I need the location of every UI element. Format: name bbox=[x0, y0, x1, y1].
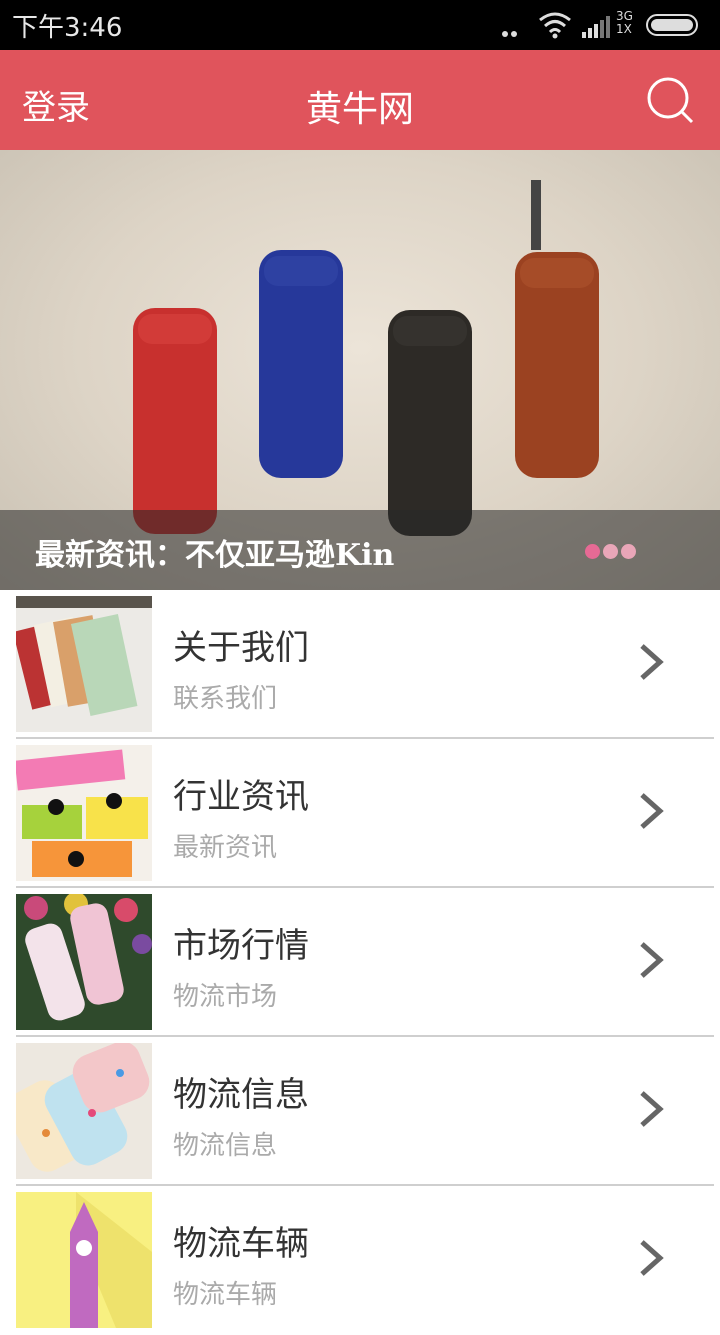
item-title: 物流信息 bbox=[173, 1075, 309, 1115]
item-subtitle: 物流信息 bbox=[173, 1131, 278, 1161]
thumbnail-image bbox=[16, 1043, 152, 1179]
banner-carousel[interactable]: 最新资讯：不仅亚马逊Kin bbox=[0, 150, 720, 590]
battery-icon bbox=[646, 14, 698, 36]
chevron-right-icon bbox=[640, 942, 664, 978]
item-subtitle: 联系我们 bbox=[173, 684, 278, 714]
signal-icon bbox=[582, 16, 610, 38]
item-subtitle: 物流市场 bbox=[173, 982, 278, 1012]
list-item-logistics-info[interactable]: 物流信息 物流信息 bbox=[0, 1037, 720, 1186]
chevron-right-icon bbox=[640, 1240, 664, 1276]
status-bar: 下午3:46 3G 1X bbox=[0, 0, 720, 56]
banner-caption[interactable]: 最新资讯：不仅亚马逊Kin bbox=[35, 530, 394, 574]
list-item-market[interactable]: 市场行情 物流市场 bbox=[0, 888, 720, 1037]
carousel-indicator bbox=[585, 544, 639, 563]
indicator-dot[interactable] bbox=[621, 544, 636, 559]
banner-caption-bar: 最新资讯：不仅亚马逊Kin bbox=[0, 510, 720, 590]
status-time: 下午3:46 bbox=[12, 13, 123, 43]
item-title: 市场行情 bbox=[173, 926, 309, 966]
chevron-right-icon bbox=[640, 1091, 664, 1127]
item-subtitle: 最新资讯 bbox=[173, 833, 278, 863]
wifi-icon bbox=[539, 12, 571, 39]
search-icon[interactable] bbox=[646, 76, 696, 126]
thumbnail-image bbox=[16, 596, 152, 732]
more-dots-icon bbox=[502, 22, 528, 56]
list-item-vehicles[interactable]: 物流车辆 物流车辆 bbox=[0, 1186, 720, 1335]
page-title: 黄牛网 bbox=[305, 89, 414, 130]
thumbnail-image bbox=[16, 894, 152, 1030]
thumbnail-image bbox=[16, 745, 152, 881]
item-title: 物流车辆 bbox=[173, 1224, 309, 1264]
chevron-right-icon bbox=[640, 793, 664, 829]
chevron-right-icon bbox=[640, 644, 664, 680]
thumbnail-image bbox=[16, 1192, 152, 1328]
network-type: 3G 1X bbox=[616, 9, 633, 36]
item-title: 行业资讯 bbox=[173, 777, 309, 817]
menu-list: 关于我们 联系我们 行业资讯 最新资讯 市场行情 物流市场 物流信息 物流信息 … bbox=[0, 590, 720, 1335]
app-bar: 登录 黄牛网 bbox=[0, 50, 720, 150]
item-title: 关于我们 bbox=[173, 628, 309, 668]
list-item-about-us[interactable]: 关于我们 联系我们 bbox=[0, 590, 720, 739]
indicator-dot[interactable] bbox=[603, 544, 618, 559]
indicator-dot[interactable] bbox=[585, 544, 600, 559]
list-item-industry-news[interactable]: 行业资讯 最新资讯 bbox=[0, 739, 720, 888]
